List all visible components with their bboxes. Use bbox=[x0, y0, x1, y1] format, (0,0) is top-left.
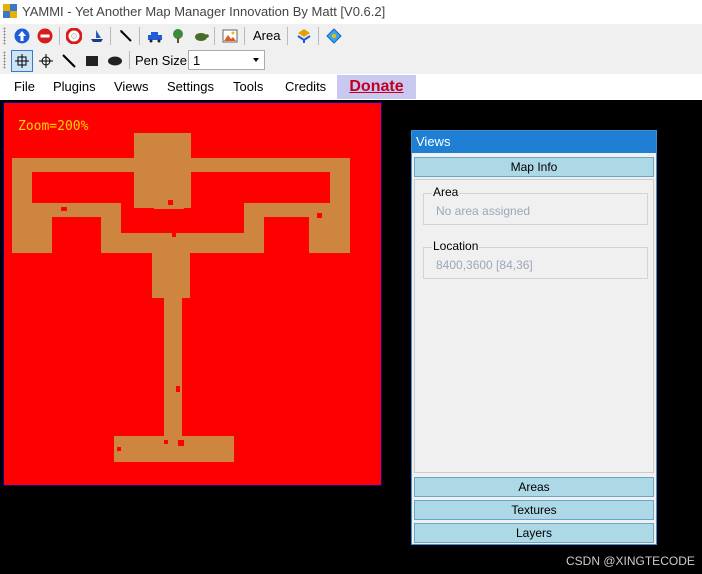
line-tool-icon[interactable] bbox=[59, 51, 79, 71]
rectangle-tool-icon[interactable] bbox=[82, 51, 102, 71]
tree-icon[interactable] bbox=[168, 26, 188, 46]
arrow-up-icon[interactable] bbox=[12, 26, 32, 46]
lifebuoy-icon[interactable] bbox=[64, 26, 84, 46]
area-group: Area No area assigned bbox=[423, 185, 648, 225]
main-toolbar: Area bbox=[0, 24, 702, 48]
window-title: YAMMI - Yet Another Map Manager Innovati… bbox=[22, 4, 386, 19]
toolbar-grip[interactable] bbox=[3, 51, 6, 69]
turtle-icon[interactable] bbox=[191, 26, 211, 46]
menu-settings[interactable]: Settings bbox=[167, 79, 214, 94]
map-info-panel: Area No area assigned Location 8400,3600… bbox=[414, 179, 654, 473]
location-value: 8400,3600 [84,36] bbox=[436, 258, 533, 272]
stop-icon[interactable] bbox=[35, 26, 55, 46]
pen-icon[interactable] bbox=[116, 26, 136, 46]
menu-plugins[interactable]: Plugins bbox=[53, 79, 96, 94]
menu-tools[interactable]: Tools bbox=[233, 79, 263, 94]
location-group: Location 8400,3600 [84,36] bbox=[423, 239, 648, 279]
textures-button[interactable]: Textures bbox=[414, 500, 654, 520]
menu-file[interactable]: File bbox=[14, 79, 35, 94]
pen-size-select[interactable]: 1 bbox=[188, 50, 265, 70]
app-icon bbox=[3, 4, 17, 18]
zoom-indicator: Zoom=200% bbox=[18, 119, 89, 134]
areas-button[interactable]: Areas bbox=[414, 477, 654, 497]
menu-credits[interactable]: Credits bbox=[285, 79, 326, 94]
picture-icon[interactable] bbox=[220, 26, 240, 46]
area-value: No area assigned bbox=[436, 204, 531, 218]
layers-icon[interactable] bbox=[294, 26, 314, 46]
pen-size-label: Pen Size bbox=[135, 53, 188, 68]
map-drawing bbox=[12, 119, 350, 462]
car-icon[interactable] bbox=[145, 26, 165, 46]
views-panel-title: Views bbox=[412, 131, 656, 153]
crosshair-select-icon[interactable] bbox=[11, 50, 33, 72]
donate-button[interactable]: Donate bbox=[337, 75, 416, 99]
views-panel: Views Map Info Area No area assigned Loc… bbox=[411, 130, 657, 545]
title-bar: YAMMI - Yet Another Map Manager Innovati… bbox=[0, 0, 702, 24]
toolbar-grip[interactable] bbox=[3, 27, 6, 45]
donate-label: Donate bbox=[349, 78, 404, 95]
menu-views[interactable]: Views bbox=[114, 79, 148, 94]
map-canvas[interactable]: Zoom=200% bbox=[3, 102, 382, 486]
brush-toolbar: Pen Size 1 bbox=[0, 48, 702, 74]
ship-icon[interactable] bbox=[87, 26, 107, 46]
crosshair-icon[interactable] bbox=[36, 51, 56, 71]
area-legend: Area bbox=[432, 185, 460, 199]
watermark: CSDN @XINGTECODE bbox=[566, 554, 695, 568]
layers-button[interactable]: Layers bbox=[414, 523, 654, 543]
diamond-icon[interactable] bbox=[324, 26, 344, 46]
map-info-button[interactable]: Map Info bbox=[414, 157, 654, 177]
location-legend: Location bbox=[432, 239, 480, 253]
chevron-down-icon[interactable] bbox=[253, 58, 259, 62]
area-button[interactable]: Area bbox=[253, 28, 280, 43]
pen-size-value: 1 bbox=[193, 53, 201, 68]
ellipse-tool-icon[interactable] bbox=[105, 51, 125, 71]
